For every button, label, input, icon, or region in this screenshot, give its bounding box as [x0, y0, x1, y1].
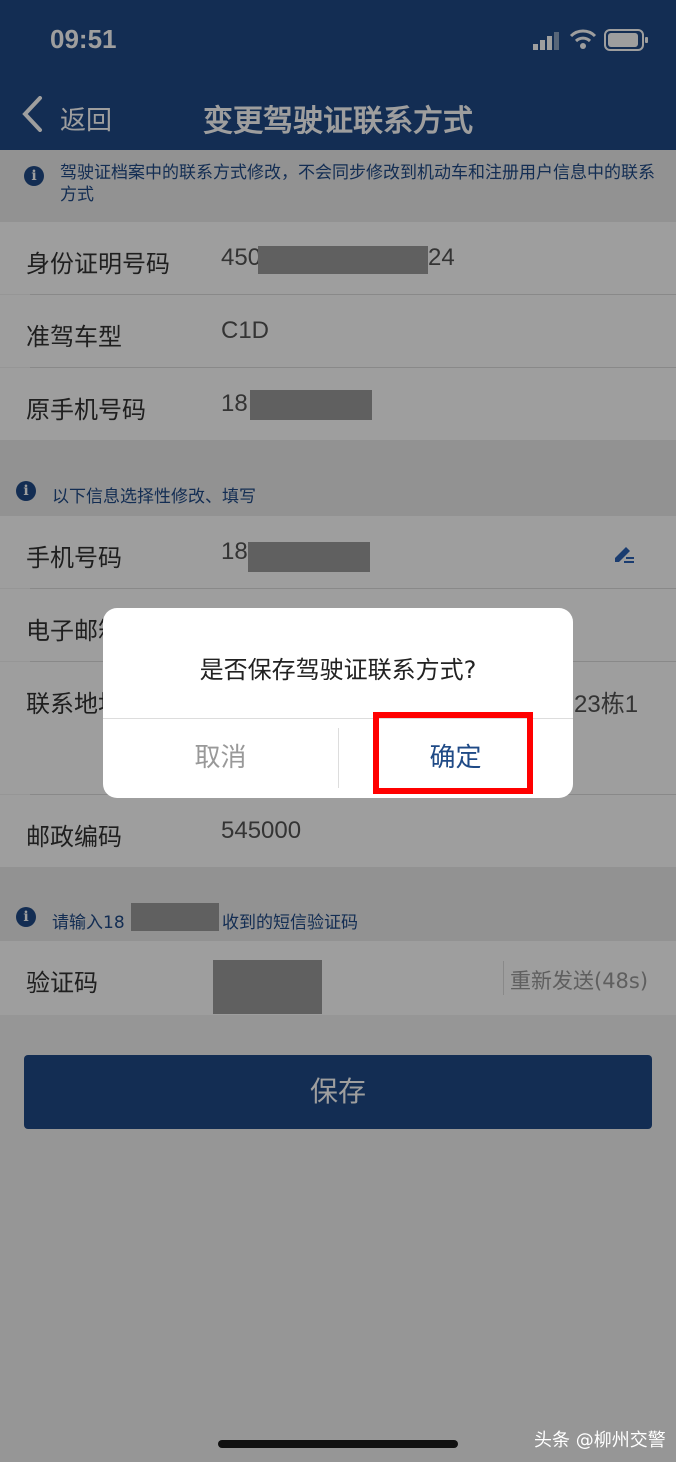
watermark: 头条 @柳州交警 [534, 1430, 666, 1451]
dialog-title: 是否保存驾驶证联系方式? [199, 656, 477, 684]
cancel-button[interactable]: 取消 [103, 719, 338, 798]
home-indicator [218, 1440, 458, 1448]
highlight-box [373, 712, 533, 794]
